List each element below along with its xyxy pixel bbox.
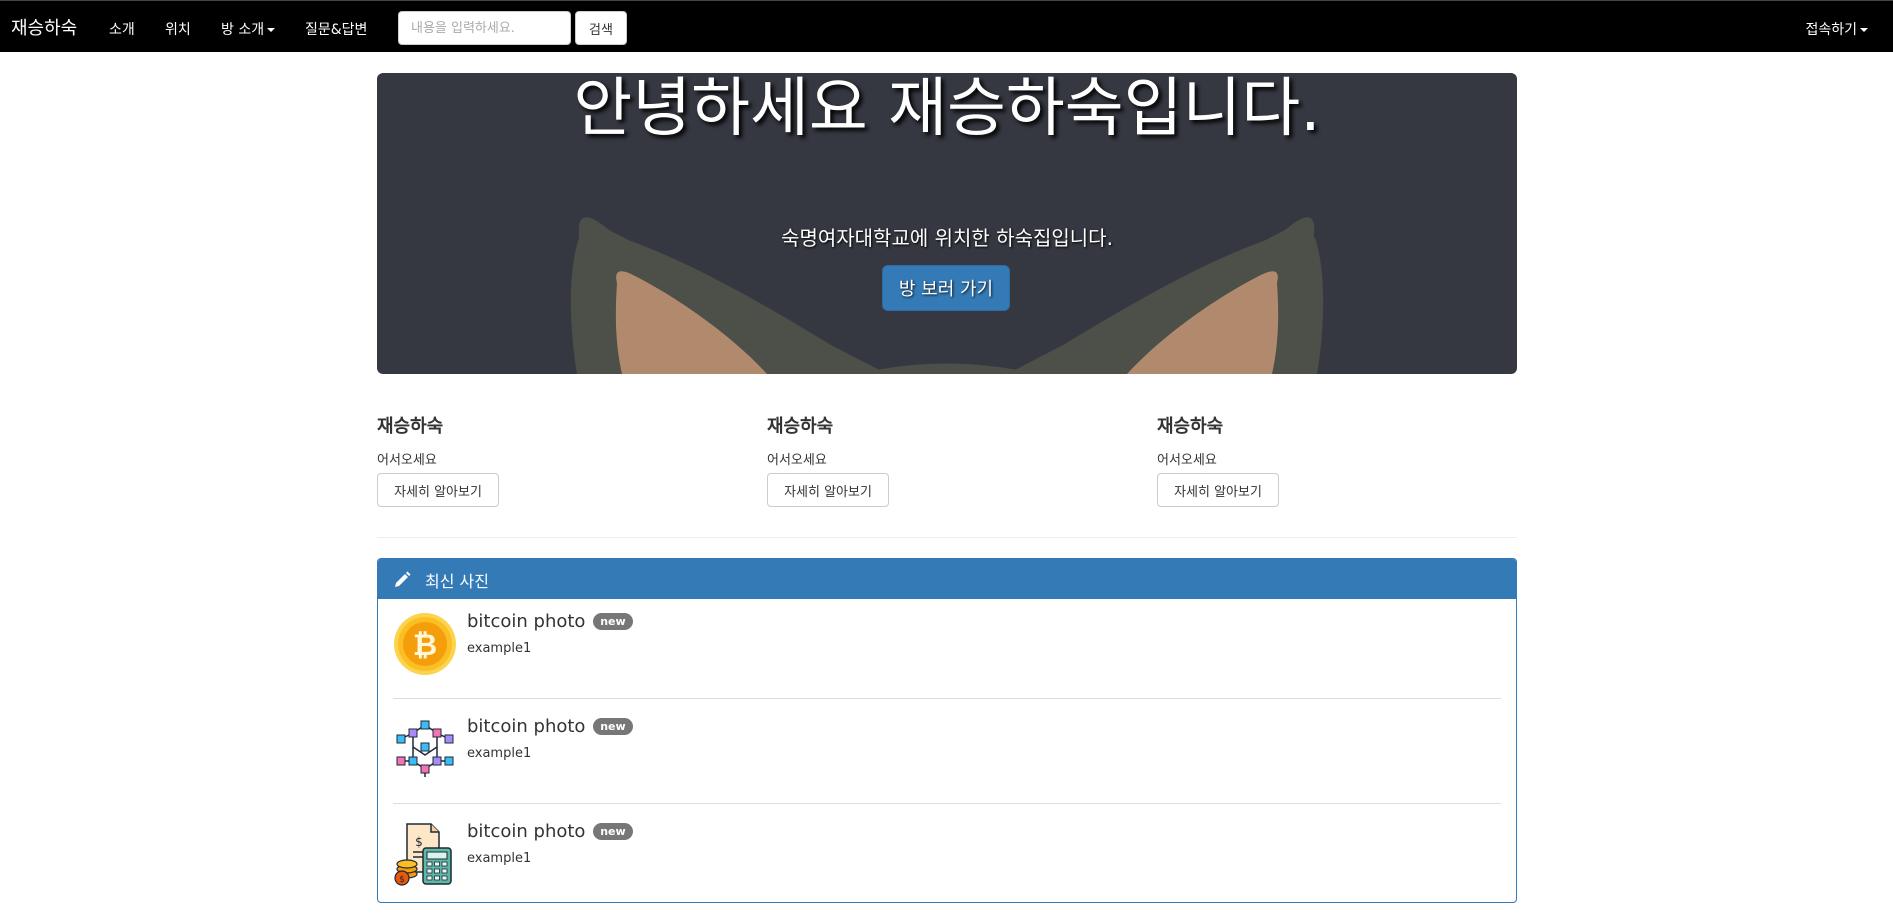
new-badge: new	[593, 823, 633, 840]
search-input[interactable]	[398, 11, 571, 45]
media-heading: bitcoin photo new	[467, 611, 633, 632]
nav-item-rooms-dropdown[interactable]: 방 소개	[221, 19, 276, 39]
recent-photos-panel: 최신 사진 ₿ bitcoin photo new example1 bitco…	[377, 558, 1517, 903]
learn-more-button[interactable]: 자세히 알아보기	[1157, 473, 1279, 507]
jumbotron: 안녕하세요 재승하숙입니다. 숙명여자대학교에 위치한 하숙집입니다. 방 보러…	[377, 73, 1517, 374]
feature-text: 어서오세요	[767, 453, 827, 468]
caret-down-icon	[267, 28, 276, 32]
list-item[interactable]: $ $ bitcoin photo new example1	[393, 809, 1501, 902]
media-title: bitcoin photo	[467, 821, 586, 842]
feature-column: 재승하숙 어서오세요 자세히 알아보기	[767, 412, 1067, 507]
media-heading: bitcoin photo new	[467, 716, 633, 737]
calculator-invoice-icon: $ $	[394, 823, 452, 886]
media-title: bitcoin photo	[467, 716, 586, 737]
feature-title: 재승하숙	[767, 416, 834, 437]
media-subtitle: example1	[467, 746, 532, 761]
nav-item-rooms-label: 방 소개	[221, 22, 265, 38]
feature-column: 재승하숙 어서오세요 자세히 알아보기	[377, 412, 677, 507]
connect-dropdown[interactable]: 접속하기	[1805, 19, 1868, 39]
blockchain-network-icon	[396, 720, 454, 777]
svg-text:$: $	[415, 835, 423, 849]
svg-text:₿: ₿	[413, 628, 437, 663]
search-button[interactable]: 검색	[575, 11, 627, 45]
media-subtitle: example1	[467, 851, 532, 866]
view-rooms-button[interactable]: 방 보러 가기	[882, 265, 1010, 311]
list-item[interactable]: bitcoin photo new example1	[393, 704, 1501, 809]
item-divider	[393, 698, 1501, 699]
nav-item-qna[interactable]: 질문&답변	[305, 19, 367, 39]
bitcoin-coin-icon: ₿	[394, 613, 456, 675]
media-heading: bitcoin photo new	[467, 821, 633, 842]
jumbotron-title: 안녕하세요 재승하숙입니다.	[573, 73, 1321, 146]
panel-header: 최신 사진	[378, 559, 1516, 599]
svg-text:$: $	[399, 875, 405, 885]
learn-more-button[interactable]: 자세히 알아보기	[377, 473, 499, 507]
connect-label: 접속하기	[1805, 22, 1857, 38]
learn-more-button[interactable]: 자세히 알아보기	[767, 473, 889, 507]
pencil-icon	[395, 571, 411, 587]
jumbotron-subtitle: 숙명여자대학교에 위치한 하숙집입니다.	[781, 226, 1113, 250]
feature-title: 재승하숙	[377, 416, 444, 437]
feature-title: 재승하숙	[1157, 416, 1224, 437]
top-navbar: 재승하숙 소개 위치 방 소개 질문&답변 검색 접속하기	[0, 0, 1893, 52]
new-badge: new	[593, 613, 633, 630]
item-divider	[393, 803, 1501, 804]
nav-item-intro[interactable]: 소개	[109, 19, 135, 39]
media-subtitle: example1	[467, 641, 532, 656]
list-item[interactable]: ₿ bitcoin photo new example1	[393, 599, 1501, 704]
section-divider	[377, 537, 1517, 538]
feature-text: 어서오세요	[1157, 453, 1217, 468]
nav-item-location[interactable]: 위치	[165, 19, 191, 39]
new-badge: new	[593, 718, 633, 735]
media-title: bitcoin photo	[467, 611, 586, 632]
feature-column: 재승하숙 어서오세요 자세히 알아보기	[1157, 412, 1457, 507]
brand-logo[interactable]: 재승하숙	[11, 14, 77, 40]
caret-down-icon	[1860, 28, 1868, 32]
panel-title: 최신 사진	[425, 572, 489, 591]
feature-text: 어서오세요	[377, 453, 437, 468]
